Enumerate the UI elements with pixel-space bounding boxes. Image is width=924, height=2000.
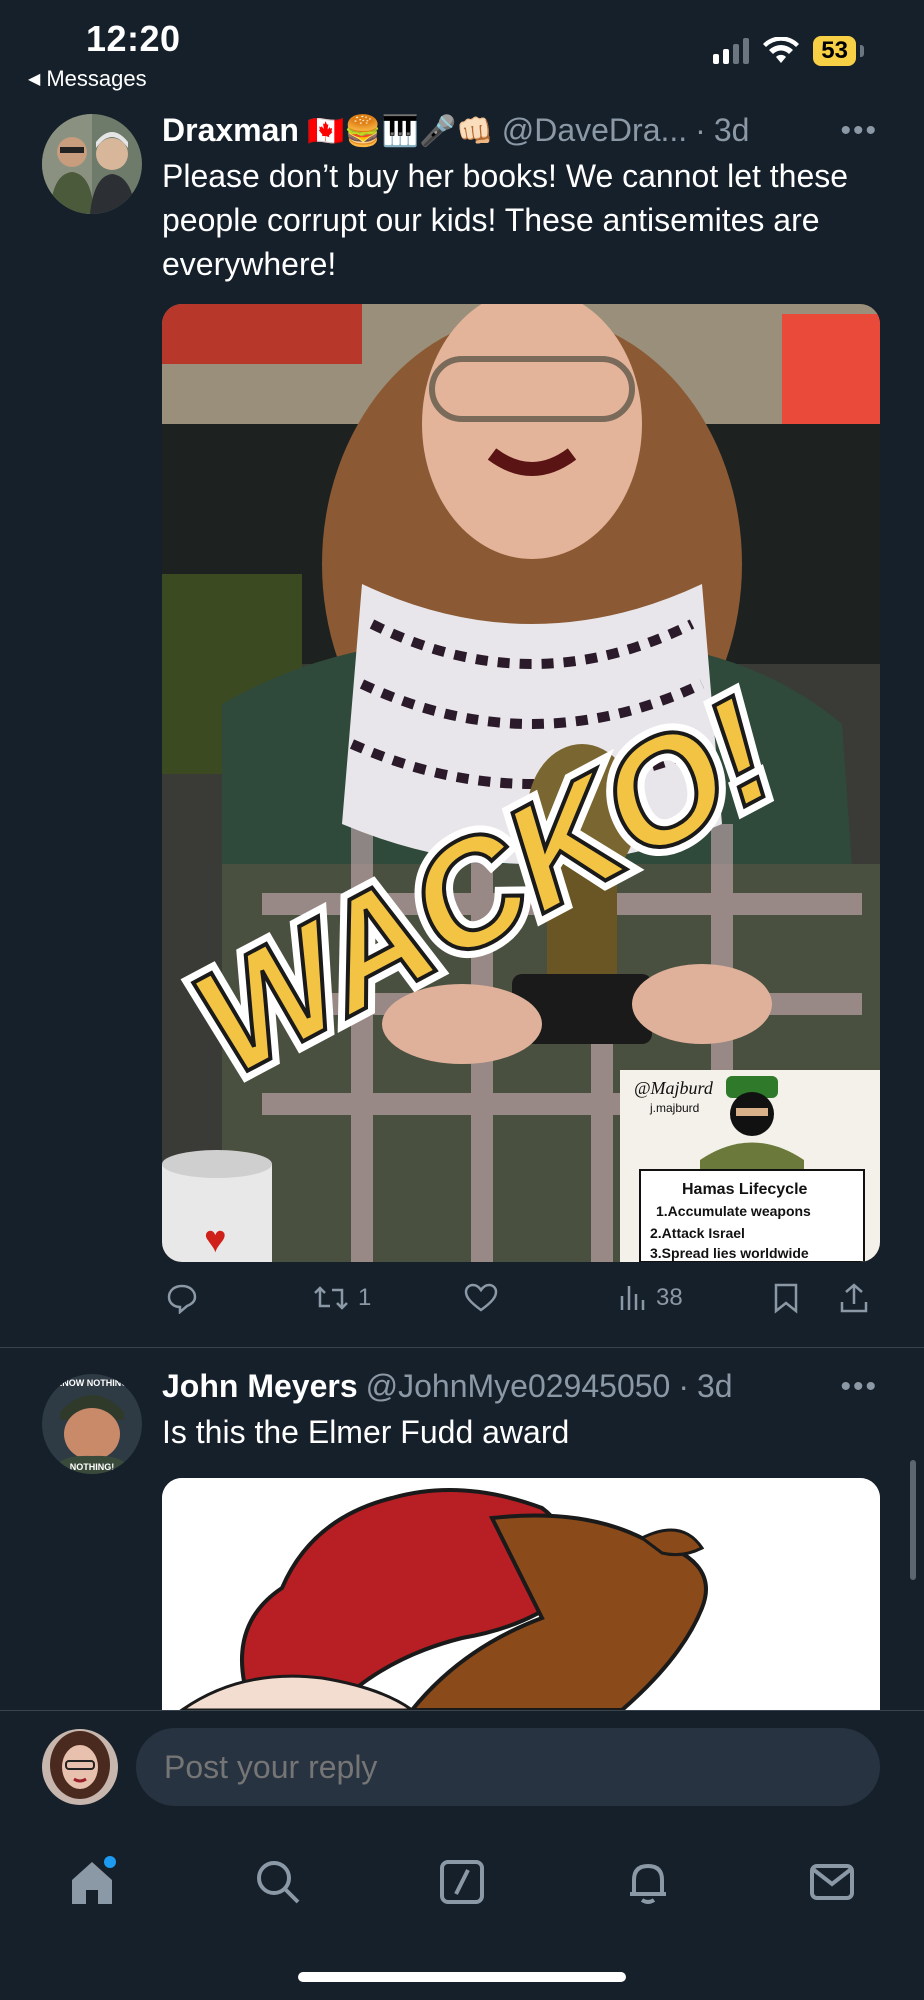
timestamp[interactable]: 3d [697, 1368, 733, 1405]
battery-icon: 53 [813, 36, 856, 66]
status-bar: 12:20 ◀ Messages 53 [0, 0, 924, 100]
battery-tip [860, 45, 864, 57]
tweet[interactable]: Draxman 🇨🇦🍔🎹🎤👊🏻 @DaveDra... · 3d ••• Ple… [0, 110, 924, 1346]
bookmark-button[interactable] [772, 1282, 800, 1314]
name-emojis: 🇨🇦🍔🎹🎤👊🏻 [306, 115, 494, 148]
reply-icon [167, 1284, 197, 1314]
back-to-messages-link[interactable]: ◀ Messages [28, 66, 147, 92]
inset-handle: j.majburd [649, 1101, 699, 1115]
tweet-image[interactable]: ♥ WACKO! WACKO! @Majburd j.majburd Hamas… [162, 304, 880, 1262]
tweet[interactable]: KNOW NOTHING NOTHING! John Meyers @JohnM… [0, 1366, 924, 1710]
like-button[interactable] [464, 1282, 506, 1314]
clock: 12:20 [86, 18, 181, 59]
tweet-text: Please don’t buy her books! We cannot le… [162, 158, 849, 282]
display-name[interactable]: Draxman [162, 112, 299, 149]
home-icon [72, 1856, 116, 1904]
current-user-avatar[interactable] [42, 1729, 118, 1805]
inset-step-3: 3.Spread lies worldwide [650, 1245, 809, 1261]
bookmark-icon [774, 1283, 798, 1314]
tab-compose[interactable] [432, 1852, 492, 1912]
avatar-caption-top: KNOW NOTHING [56, 1378, 129, 1388]
reply-button[interactable] [166, 1282, 206, 1314]
separator: · [678, 1368, 689, 1404]
heart-icon [464, 1283, 498, 1312]
divider [0, 1347, 924, 1348]
tweet-header: Draxman 🇨🇦🍔🎹🎤👊🏻 @DaveDra... · 3d [162, 112, 749, 149]
avatar[interactable]: KNOW NOTHING NOTHING! [42, 1374, 142, 1474]
timestamp[interactable]: 3d [714, 112, 750, 149]
search-icon [257, 1861, 300, 1904]
separator: · [695, 112, 706, 148]
share-button[interactable] [838, 1282, 870, 1314]
avatar[interactable] [42, 114, 142, 214]
wifi-icon [763, 37, 800, 63]
inset-title: Hamas Lifecycle [682, 1181, 808, 1198]
svg-text:♥: ♥ [204, 1219, 227, 1261]
tweet-actions: 1 38 [162, 1282, 880, 1322]
scrollbar[interactable] [910, 1460, 916, 1580]
messages-icon [810, 1864, 854, 1900]
retweet-icon [314, 1286, 348, 1310]
tab-home[interactable] [62, 1852, 122, 1912]
reply-bar [0, 1710, 924, 1830]
more-options-icon[interactable]: ••• [840, 1370, 878, 1404]
tab-notifications[interactable] [618, 1852, 678, 1912]
retweet-button[interactable]: 1 [312, 1282, 371, 1314]
notifications-icon [630, 1863, 666, 1904]
cellular-signal-icon [713, 38, 750, 64]
tab-messages[interactable] [802, 1852, 862, 1912]
home-indicator [298, 1972, 626, 1982]
views-button[interactable]: 38 [618, 1282, 683, 1314]
inset-step-1: 1.Accumulate weapons [656, 1203, 811, 1219]
share-icon [840, 1283, 868, 1313]
tab-search[interactable] [248, 1852, 308, 1912]
status-icons: 53 [713, 36, 864, 66]
inset-cartoon: @Majburd j.majburd Hamas Lifecycle 1.Acc… [620, 1070, 880, 1262]
reply-input[interactable] [136, 1728, 880, 1806]
handle[interactable]: @DaveDra... [502, 112, 687, 149]
views-count: 38 [656, 1284, 683, 1311]
handle[interactable]: @JohnMye02945050 [366, 1368, 671, 1405]
display-name[interactable]: John Meyers [162, 1368, 358, 1405]
inset-step-2: 2.Attack Israel [650, 1225, 745, 1241]
inset-brand: @Majburd [634, 1078, 714, 1098]
retweet-count: 1 [358, 1284, 372, 1311]
tweet-image[interactable] [162, 1478, 880, 1710]
tweet-header: John Meyers @JohnMye02945050 · 3d [162, 1368, 733, 1405]
back-arrow-icon: ◀ [28, 71, 41, 88]
views-icon [620, 1286, 645, 1310]
more-options-icon[interactable]: ••• [840, 114, 878, 148]
back-label: Messages [46, 66, 147, 91]
tweet-text: Is this the Elmer Fudd award [162, 1414, 570, 1450]
compose-icon [440, 1860, 484, 1904]
avatar-caption-bottom: NOTHING! [70, 1462, 115, 1472]
